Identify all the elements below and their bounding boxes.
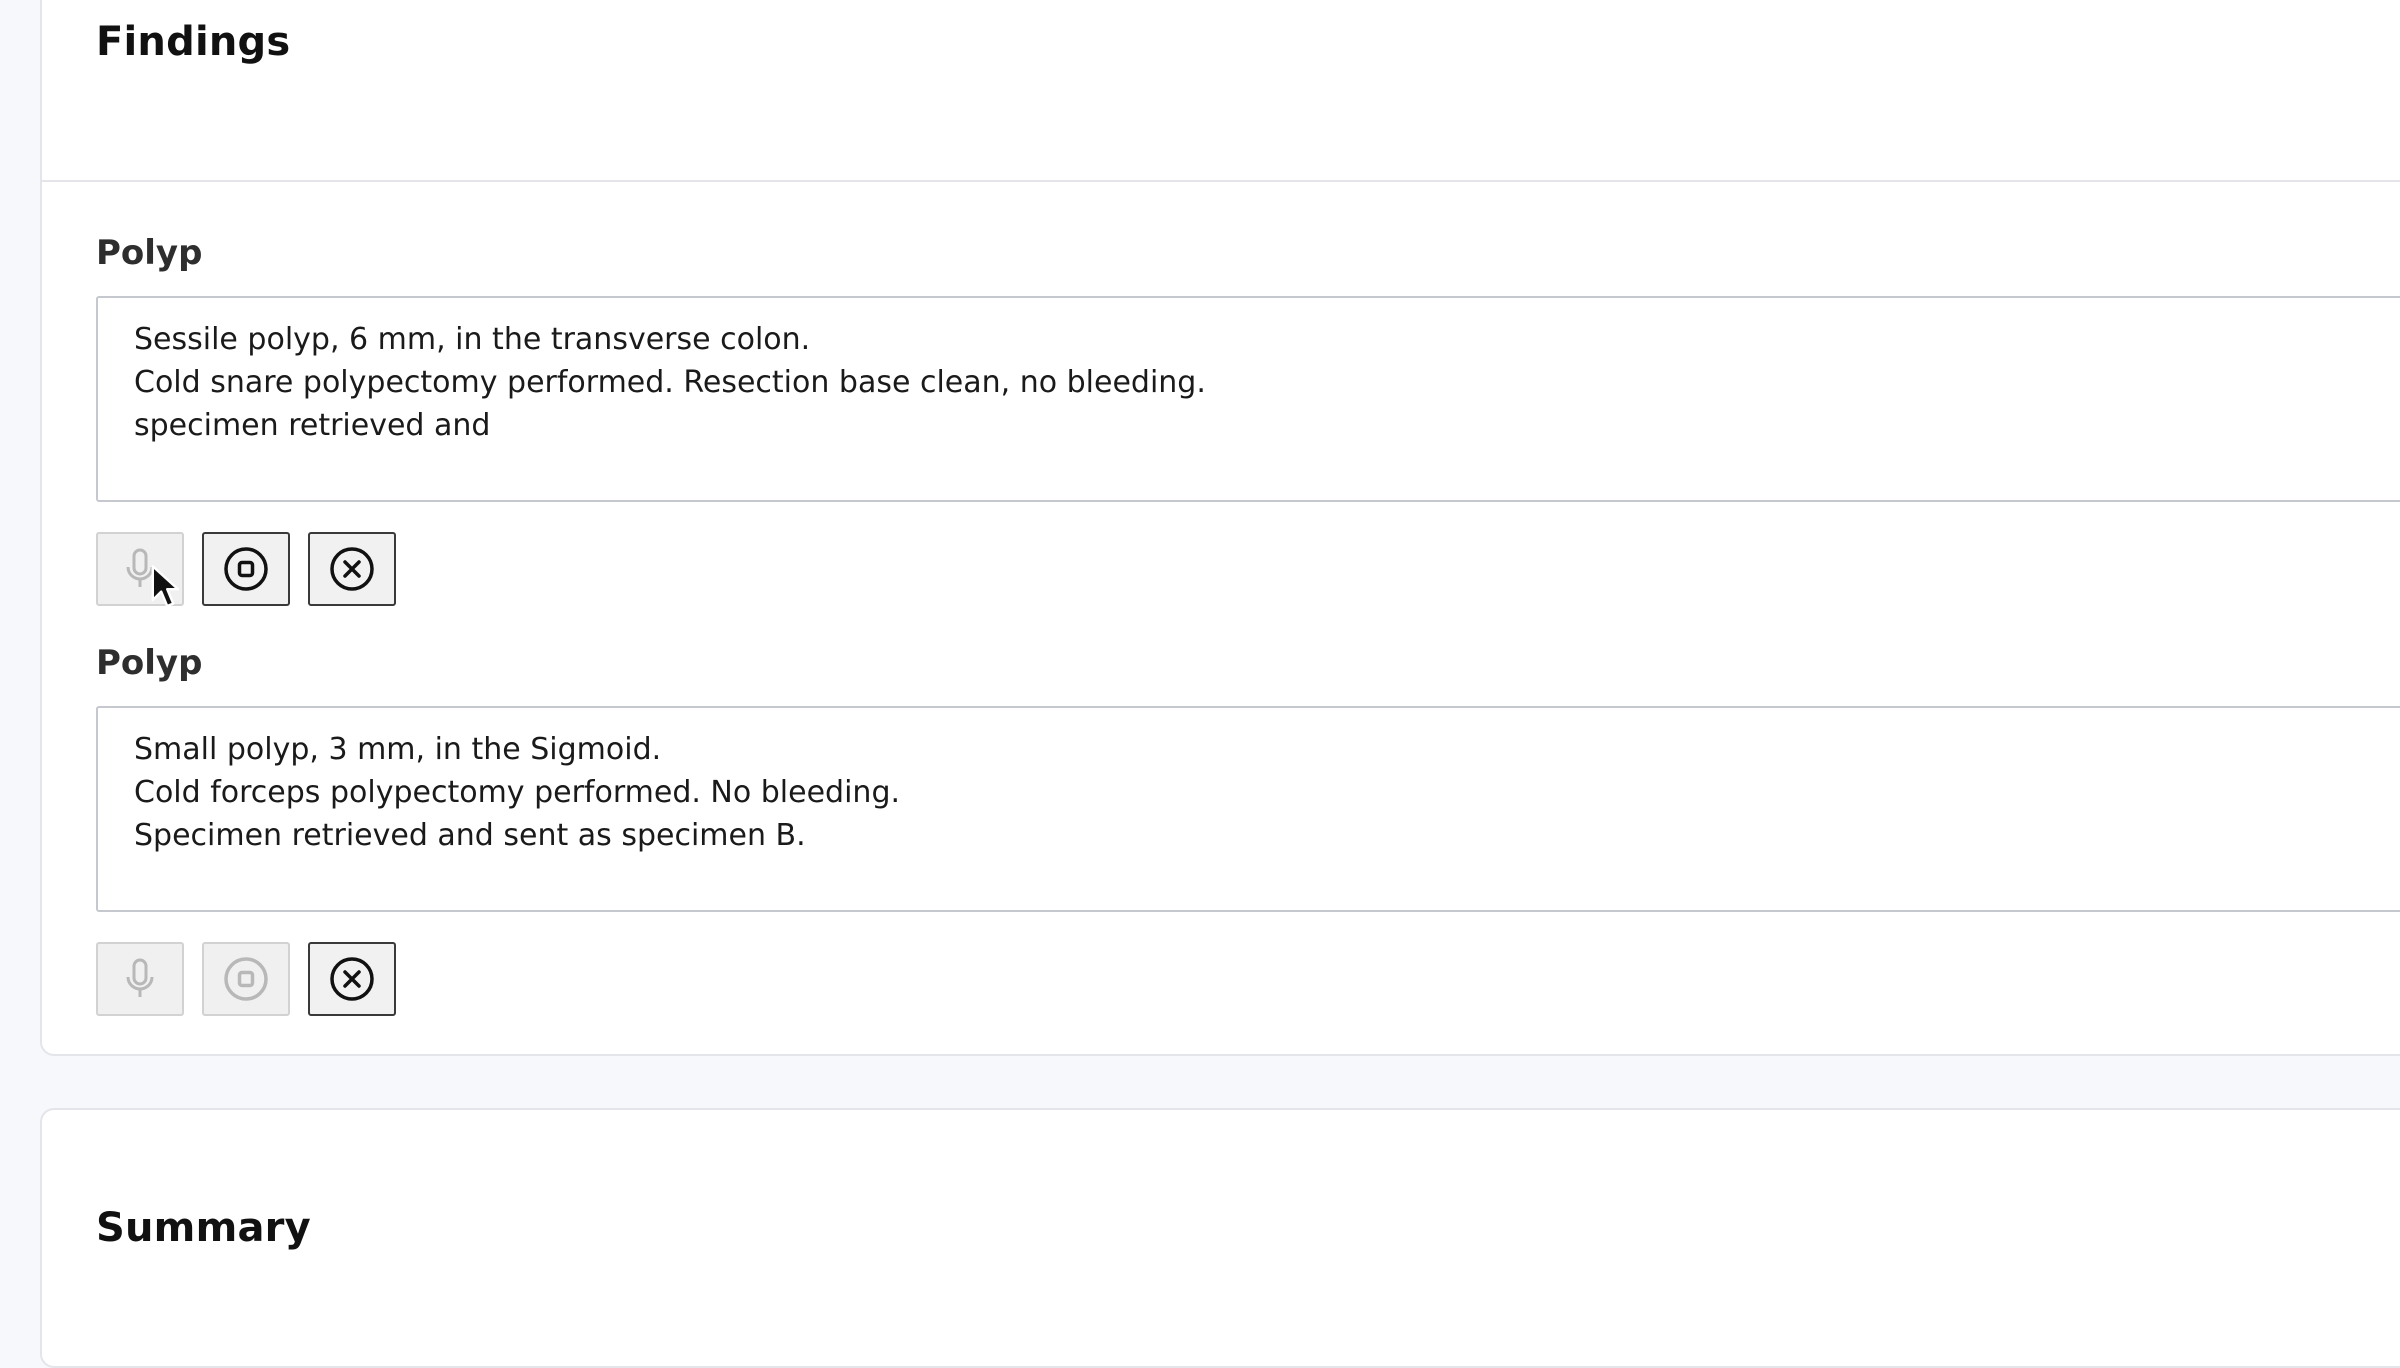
stop-icon bbox=[224, 547, 268, 591]
clear-button[interactable] bbox=[308, 532, 396, 606]
summary-card: Summary bbox=[40, 1108, 2400, 1368]
finding-label: Polyp bbox=[96, 643, 203, 683]
summary-title: Summary bbox=[96, 1205, 311, 1251]
finding-textarea[interactable]: Small polyp, 3 mm, in the Sigmoid. Cold … bbox=[96, 706, 2400, 912]
finding-label: Polyp bbox=[96, 233, 203, 273]
clear-button[interactable] bbox=[308, 942, 396, 1016]
findings-title: Findings bbox=[96, 19, 291, 65]
dictate-button[interactable] bbox=[96, 942, 184, 1016]
stop-button[interactable] bbox=[202, 532, 290, 606]
stop-icon bbox=[224, 957, 268, 1001]
findings-header: Findings bbox=[42, 0, 2400, 182]
stop-button[interactable] bbox=[202, 942, 290, 1016]
microphone-icon bbox=[126, 958, 154, 997]
dictate-button[interactable] bbox=[96, 532, 184, 608]
finding-textarea[interactable]: Sessile polyp, 6 mm, in the transverse c… bbox=[96, 296, 2400, 502]
clear-icon bbox=[330, 547, 374, 591]
mouse-cursor-icon bbox=[151, 565, 180, 608]
findings-card: Findings Polyp Sessile polyp, 6 mm, in t… bbox=[40, 0, 2400, 1056]
clear-icon bbox=[330, 957, 374, 1001]
